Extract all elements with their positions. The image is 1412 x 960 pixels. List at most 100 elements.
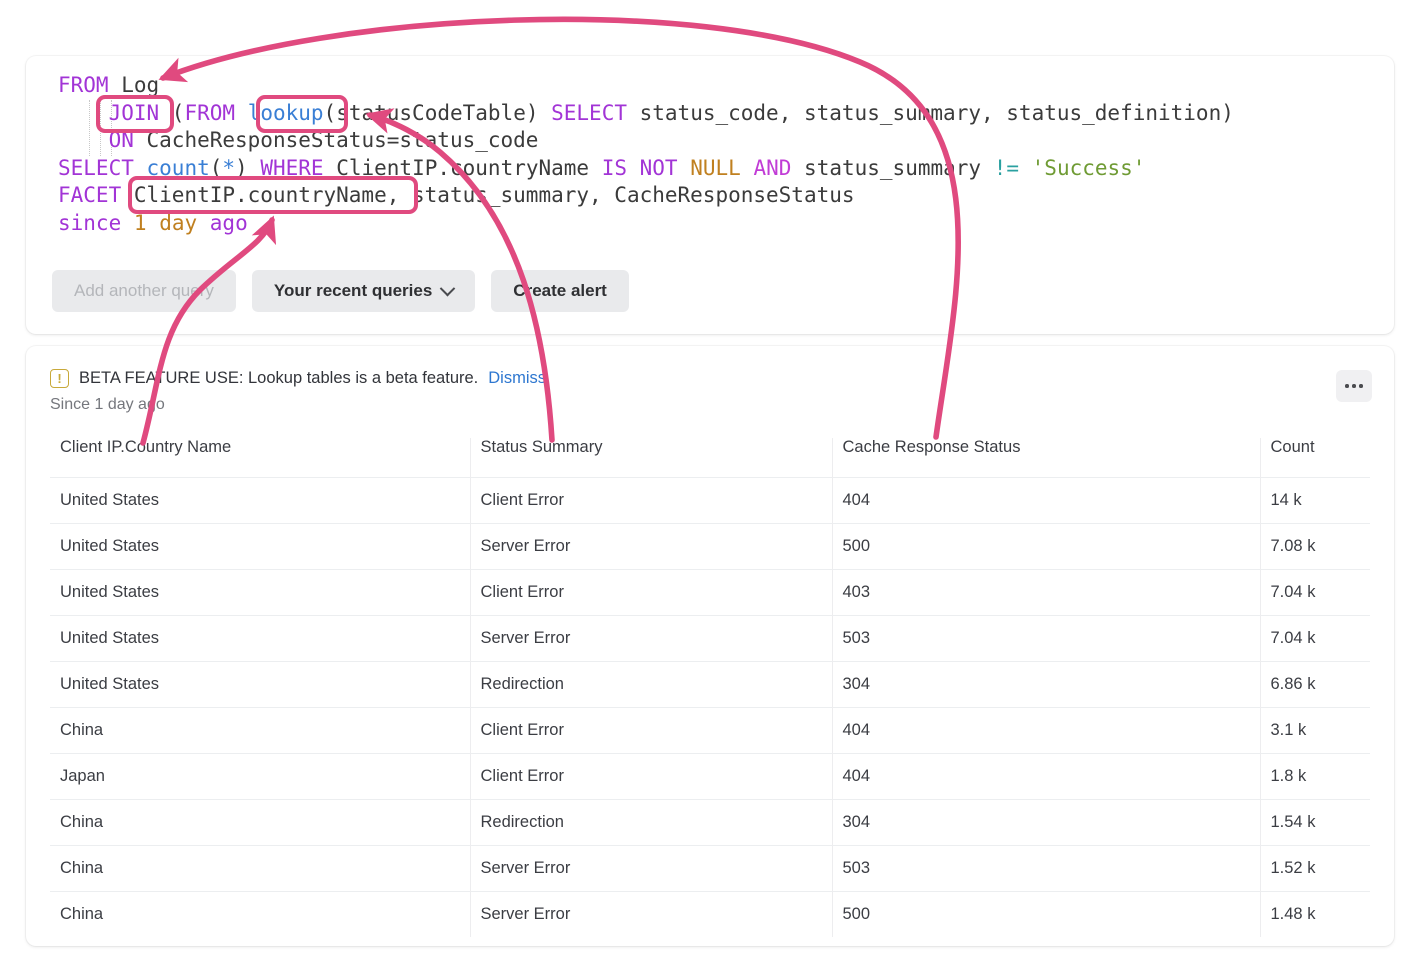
cell-status-summary: Server Error [470, 846, 832, 892]
query-token [134, 156, 147, 180]
results-table: Client IP.Country Name Status Summary Ca… [50, 438, 1370, 937]
query-token: (statusCodeTable) [324, 101, 552, 125]
query-token: 1 [134, 211, 147, 235]
query-token: day [159, 211, 197, 235]
query-token: FACET [58, 183, 121, 207]
cell-status-summary: Redirection [470, 662, 832, 708]
cell-status-summary: Client Error [470, 570, 832, 616]
cell-count: 6.86 k [1260, 662, 1370, 708]
create-alert-label: Create alert [513, 281, 607, 301]
query-token [235, 101, 248, 125]
table-row[interactable]: United StatesClient Error40414 k [50, 478, 1370, 524]
cell-cache-response-status: 503 [832, 846, 1260, 892]
cell-count: 1.54 k [1260, 800, 1370, 846]
query-token: count [147, 156, 210, 180]
cell-cache-response-status: 404 [832, 478, 1260, 524]
create-alert-button[interactable]: Create alert [491, 270, 629, 312]
cell-cache-response-status: 500 [832, 892, 1260, 938]
query-token: Log [109, 73, 160, 97]
cell-count: 7.08 k [1260, 524, 1370, 570]
cell-count: 1.48 k [1260, 892, 1370, 938]
query-token: since [58, 211, 121, 235]
table-row[interactable]: United StatesRedirection3046.86 k [50, 662, 1370, 708]
table-row[interactable]: ChinaClient Error4043.1 k [50, 708, 1370, 754]
chevron-down-icon [440, 280, 456, 296]
table-row[interactable]: United StatesClient Error4037.04 k [50, 570, 1370, 616]
query-token: ) [235, 156, 260, 180]
column-header-count[interactable]: Count [1260, 438, 1370, 478]
nrql-query-input[interactable]: FROM Log JOIN (FROM lookup(statusCodeTab… [58, 72, 1374, 237]
table-row[interactable]: ChinaServer Error5001.48 k [50, 892, 1370, 938]
query-token: NULL [690, 156, 741, 180]
query-token: status_summary [791, 156, 993, 180]
column-header-cache-response-status[interactable]: Cache Response Status [832, 438, 1260, 478]
query-token: ON [109, 128, 134, 152]
query-line-0: FROM Log [58, 72, 1374, 100]
beta-feature-notice: ! BETA FEATURE USE: Lookup tables is a b… [50, 369, 546, 388]
cell-status-summary: Server Error [470, 892, 832, 938]
query-token: IS NOT [602, 156, 678, 180]
column-header-status-summary[interactable]: Status Summary [470, 438, 832, 478]
cell-status-summary: Redirection [470, 800, 832, 846]
query-token: FROM [184, 101, 235, 125]
recent-queries-button[interactable]: Your recent queries [252, 270, 475, 312]
column-header-country[interactable]: Client IP.Country Name [50, 438, 470, 478]
cell-cache-response-status: 304 [832, 662, 1260, 708]
query-editor-panel: FROM Log JOIN (FROM lookup(statusCodeTab… [26, 56, 1394, 334]
query-token: SELECT [58, 156, 134, 180]
cell-cache-response-status: 403 [832, 570, 1260, 616]
query-token [58, 101, 109, 125]
query-token: ( [159, 101, 184, 125]
cell-status-summary: Server Error [470, 524, 832, 570]
query-token: != [994, 156, 1019, 180]
table-row[interactable]: ChinaRedirection3041.54 k [50, 800, 1370, 846]
query-token: FROM [58, 73, 109, 97]
cell-country: China [50, 800, 470, 846]
table-row[interactable]: JapanClient Error4041.8 k [50, 754, 1370, 800]
query-token: AND [753, 156, 791, 180]
recent-queries-label: Your recent queries [274, 281, 432, 301]
query-token: ( [210, 156, 223, 180]
query-token [58, 128, 109, 152]
dismiss-link[interactable]: Dismiss [488, 369, 546, 388]
cell-country: United States [50, 570, 470, 616]
query-results-panel: ! BETA FEATURE USE: Lookup tables is a b… [26, 346, 1394, 946]
query-token: CacheResponseStatus=status_code [134, 128, 539, 152]
query-token: ago [210, 211, 248, 235]
query-line-2: ON CacheResponseStatus=status_code [58, 127, 1374, 155]
cell-country: United States [50, 478, 470, 524]
cell-count: 1.8 k [1260, 754, 1370, 800]
cell-count: 3.1 k [1260, 708, 1370, 754]
query-token: * [222, 156, 235, 180]
beta-notice-text: BETA FEATURE USE: Lookup tables is a bet… [79, 369, 478, 388]
query-token: JOIN [109, 101, 160, 125]
cell-country: United States [50, 662, 470, 708]
query-token: lookup [248, 101, 324, 125]
query-token: ClientIP.countryName, status_summary, Ca… [121, 183, 854, 207]
query-token: ClientIP.countryName [324, 156, 602, 180]
query-action-buttons: Add another query Your recent queries Cr… [52, 270, 629, 312]
cell-count: 1.52 k [1260, 846, 1370, 892]
add-another-query-button[interactable]: Add another query [52, 270, 236, 312]
cell-country: China [50, 892, 470, 938]
table-body: United StatesClient Error40414 kUnited S… [50, 478, 1370, 938]
query-token [1019, 156, 1032, 180]
table-row[interactable]: ChinaServer Error5031.52 k [50, 846, 1370, 892]
query-token [147, 211, 160, 235]
query-line-4: FACET ClientIP.countryName, status_summa… [58, 182, 1374, 210]
app-screenshot: FROM Log JOIN (FROM lookup(statusCodeTab… [0, 0, 1412, 960]
query-line-1: JOIN (FROM lookup(statusCodeTable) SELEC… [58, 100, 1374, 128]
more-options-icon[interactable] [1336, 370, 1372, 402]
cell-cache-response-status: 404 [832, 754, 1260, 800]
query-token: status_code, status_summary, status_defi… [627, 101, 1234, 125]
table-row[interactable]: United StatesServer Error5007.08 k [50, 524, 1370, 570]
query-token [121, 211, 134, 235]
query-token: SELECT [551, 101, 627, 125]
warning-icon: ! [50, 369, 69, 388]
query-token [197, 211, 210, 235]
cell-count: 7.04 k [1260, 570, 1370, 616]
cell-status-summary: Client Error [470, 478, 832, 524]
table-row[interactable]: United StatesServer Error5037.04 k [50, 616, 1370, 662]
cell-count: 7.04 k [1260, 616, 1370, 662]
cell-cache-response-status: 404 [832, 708, 1260, 754]
